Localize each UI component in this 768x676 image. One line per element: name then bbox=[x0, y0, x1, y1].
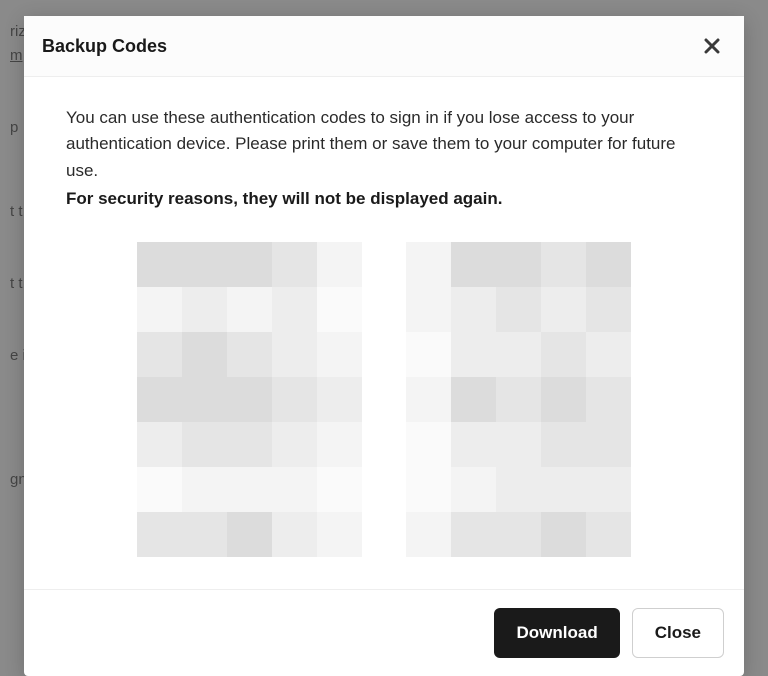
modal-description: You can use these authentication codes t… bbox=[66, 105, 702, 184]
modal-body: You can use these authentication codes t… bbox=[24, 77, 744, 589]
code-block-right bbox=[406, 242, 631, 557]
backup-codes-modal: Backup Codes You can use these authentic… bbox=[24, 16, 744, 676]
code-block-left bbox=[137, 242, 362, 557]
modal-warning: For security reasons, they will not be d… bbox=[66, 186, 702, 212]
close-button[interactable]: Close bbox=[632, 608, 724, 658]
modal-header: Backup Codes bbox=[24, 16, 744, 77]
codes-area bbox=[66, 242, 702, 557]
close-icon[interactable] bbox=[700, 34, 724, 58]
modal-footer: Download Close bbox=[24, 589, 744, 676]
modal-title: Backup Codes bbox=[42, 36, 167, 57]
download-button[interactable]: Download bbox=[494, 608, 619, 658]
